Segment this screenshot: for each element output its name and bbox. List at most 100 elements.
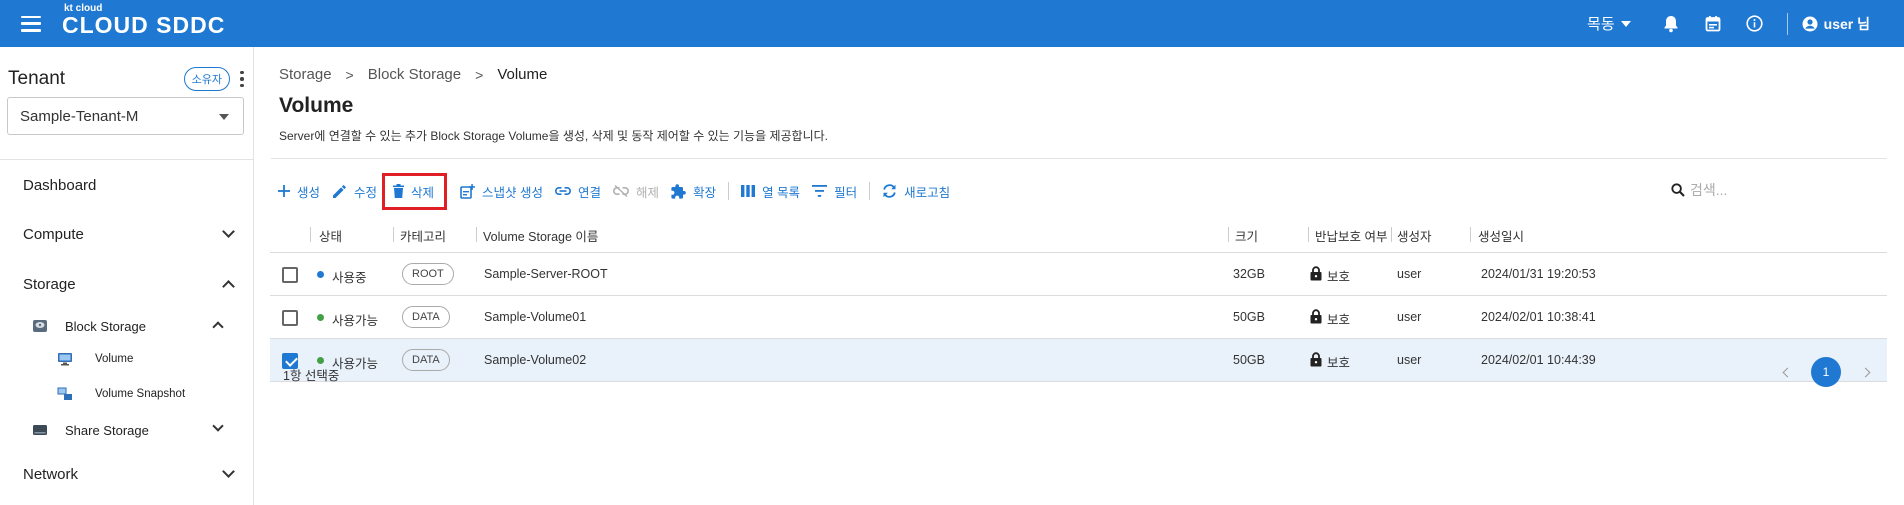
sidebar-item-dashboard[interactable]: Dashboard xyxy=(23,172,233,198)
created-date: 2024/01/31 19:20:53 xyxy=(1481,267,1596,281)
sidebar-item-volume-snapshot[interactable]: Volume Snapshot xyxy=(57,384,227,404)
column-divider xyxy=(1308,227,1309,242)
toolbar: 생성 수정 삭제 스냅샷 생성 연결 해제 확장 열 목록 필터 새로고침 xyxy=(278,172,962,210)
sidebar-item-network[interactable]: Network xyxy=(23,461,235,487)
toolbar-divider xyxy=(728,182,730,200)
breadcrumb-item[interactable]: Block Storage xyxy=(368,66,461,83)
sidebar-item-label: Block Storage xyxy=(65,318,146,334)
page-number[interactable]: 1 xyxy=(1811,357,1841,387)
breadcrumb-item[interactable]: Storage xyxy=(279,66,332,83)
row-checkbox[interactable] xyxy=(282,310,298,326)
refresh-button[interactable]: 새로고침 xyxy=(882,182,950,201)
filter-icon xyxy=(812,185,828,197)
page-title: Volume xyxy=(279,94,354,117)
more-options-icon[interactable] xyxy=(240,70,244,88)
extend-button[interactable]: 확장 xyxy=(671,182,716,201)
info-icon[interactable] xyxy=(1745,14,1765,34)
column-header-name[interactable]: Volume Storage 이름 xyxy=(483,226,598,245)
sidebar: Tenant 소유자 Sample-Tenant-M Dashboard Com… xyxy=(0,47,254,505)
selected-count: 1항 선택중 xyxy=(283,369,340,383)
chevron-down-icon xyxy=(222,465,235,478)
create-button[interactable]: 생성 xyxy=(278,182,320,201)
column-divider xyxy=(1391,227,1392,242)
columns-button[interactable]: 열 목록 xyxy=(741,182,800,201)
sidebar-item-label: Compute xyxy=(23,225,84,243)
column-header-creator[interactable]: 생성자 xyxy=(1397,226,1432,245)
disconnect-label: 해제 xyxy=(636,185,660,200)
category-chip: ROOT xyxy=(402,263,454,285)
calendar-icon[interactable] xyxy=(1703,14,1723,34)
delete-label: 삭제 xyxy=(411,185,435,200)
link-icon xyxy=(555,187,572,195)
sidebar-item-compute[interactable]: Compute xyxy=(23,221,235,247)
column-divider xyxy=(1470,227,1471,242)
puzzle-icon xyxy=(671,183,686,199)
volume-name: Sample-Volume01 xyxy=(484,310,587,324)
table-row[interactable]: 사용중 ROOT Sample-Server-ROOT 32GB 보호 user… xyxy=(270,253,1887,296)
chevron-up-icon xyxy=(212,321,224,333)
creator: user xyxy=(1397,310,1422,324)
tenant-select[interactable]: Sample-Tenant-M xyxy=(7,97,244,135)
extend-label: 확장 xyxy=(693,185,717,200)
storage-icon xyxy=(33,425,47,435)
divider xyxy=(1786,12,1788,35)
region-label: 목동 xyxy=(1587,16,1615,33)
filter-button[interactable]: 필터 xyxy=(812,182,857,201)
user-menu[interactable]: user 님 xyxy=(1802,14,1870,34)
next-page-icon[interactable] xyxy=(1855,362,1875,382)
sidebar-item-label: Dashboard xyxy=(23,176,97,194)
unlink-icon xyxy=(613,185,630,197)
column-header-size[interactable]: 크기 xyxy=(1235,226,1258,245)
region-selector[interactable]: 목동 xyxy=(1587,13,1631,34)
protect-status: 보호 xyxy=(1327,270,1351,284)
sidebar-item-share-storage[interactable]: Share Storage xyxy=(32,419,224,441)
divider xyxy=(271,158,1887,159)
status-dot-icon xyxy=(317,271,324,278)
edit-button[interactable]: 수정 xyxy=(332,182,377,201)
plus-icon xyxy=(278,185,290,197)
table-header: 상태 카테고리 Volume Storage 이름 크기 반납보호 여부 생성자… xyxy=(270,217,1887,253)
prev-page-icon[interactable] xyxy=(1777,362,1797,382)
volume-size: 32GB xyxy=(1233,267,1265,281)
row-checkbox[interactable] xyxy=(282,267,298,283)
pencil-icon xyxy=(333,184,346,198)
table-row[interactable]: 사용가능 DATA Sample-Volume01 50GB 보호 user 2… xyxy=(270,296,1887,339)
owner-badge: 소유자 xyxy=(183,67,230,91)
sidebar-item-block-storage[interactable]: Block Storage xyxy=(32,315,224,337)
creator: user xyxy=(1397,267,1422,281)
volume-name: Sample-Server-ROOT xyxy=(484,267,608,281)
column-divider xyxy=(1228,227,1229,242)
column-divider xyxy=(476,227,477,242)
sidebar-item-label: Share Storage xyxy=(65,422,149,438)
connect-button[interactable]: 연결 xyxy=(555,182,601,201)
column-header-category[interactable]: 카테고리 xyxy=(400,226,446,245)
sidebar-item-volume[interactable]: Volume xyxy=(57,349,227,369)
divider xyxy=(0,159,254,160)
breadcrumb-separator-icon: > xyxy=(345,66,354,83)
refresh-icon xyxy=(883,184,896,198)
caret-down-icon xyxy=(219,114,229,120)
logo-main-text: CLOUD SDDC xyxy=(62,12,226,38)
monitor-icon xyxy=(58,353,72,366)
menu-icon[interactable] xyxy=(21,15,41,32)
snapshot-create-button[interactable]: 스냅샷 생성 xyxy=(460,182,543,201)
search-input[interactable]: 검색... xyxy=(1671,177,1889,203)
logo[interactable]: kt cloud CLOUD SDDC xyxy=(62,0,242,47)
category-chip: DATA xyxy=(402,306,450,328)
top-bar: kt cloud CLOUD SDDC 목동 user 님 xyxy=(0,0,1904,47)
sidebar-item-storage[interactable]: Storage xyxy=(23,271,235,297)
status-text: 사용가능 xyxy=(332,314,379,328)
search-icon xyxy=(1671,183,1685,197)
chevron-up-icon xyxy=(222,280,235,293)
table-footer: 1항 선택중 1 xyxy=(270,351,1887,393)
search-placeholder: 검색... xyxy=(1690,182,1728,198)
column-header-created[interactable]: 생성일시 xyxy=(1478,226,1524,245)
column-divider xyxy=(393,227,394,242)
delete-button[interactable]: 삭제 xyxy=(382,172,448,210)
column-header-status[interactable]: 상태 xyxy=(319,226,342,245)
bell-icon[interactable] xyxy=(1661,14,1681,34)
pagination: 1 xyxy=(1777,357,1875,387)
disconnect-button[interactable]: 해제 xyxy=(613,182,659,201)
columns-icon xyxy=(741,185,756,197)
column-header-protect[interactable]: 반납보호 여부 xyxy=(1315,226,1387,245)
